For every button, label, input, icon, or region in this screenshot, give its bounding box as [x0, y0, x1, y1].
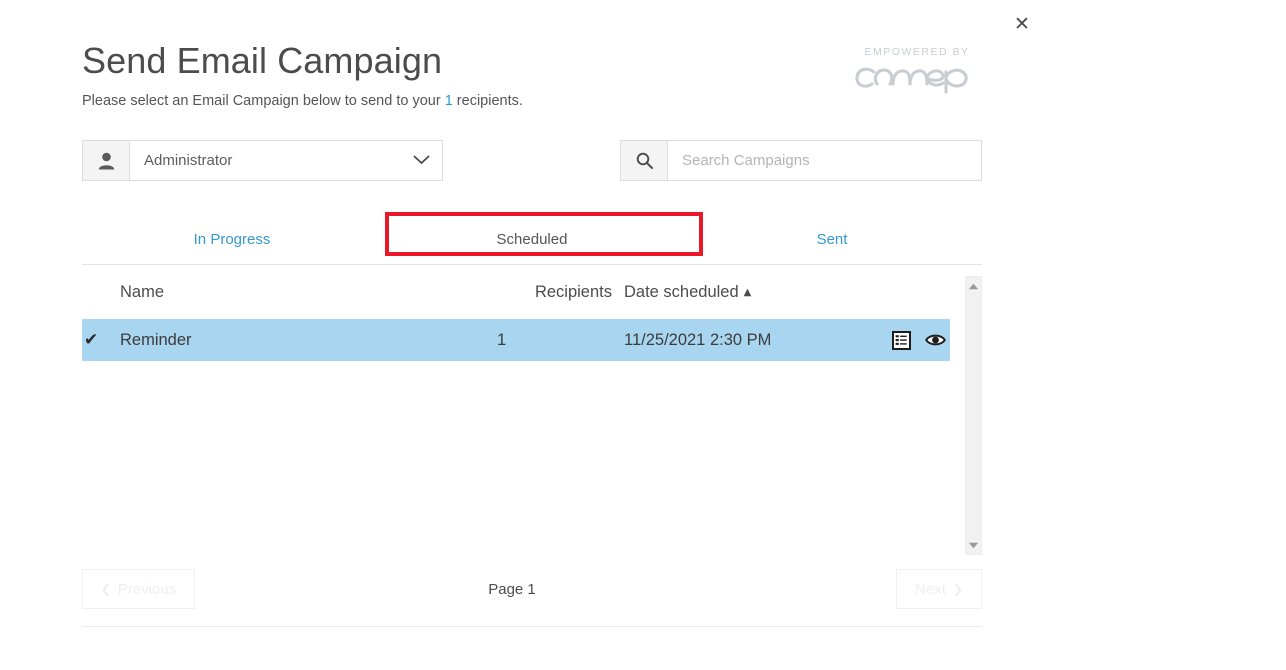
logo-kicker-text: EMPOWERED BY	[864, 46, 970, 58]
subtitle-text-after: recipients.	[452, 93, 523, 109]
table-scrollbar[interactable]	[965, 276, 982, 555]
person-icon	[98, 152, 114, 169]
scroll-up-arrow-icon[interactable]	[966, 278, 981, 294]
search-input-wrap[interactable]: Search Campaigns	[667, 140, 982, 181]
chevron-right-icon: ❯	[952, 582, 963, 596]
pagination: ❮ Previous Page 1 Next ❯	[82, 569, 982, 609]
row-date-scheduled: 11/25/2021 2:30 PM	[624, 330, 772, 349]
person-icon-box	[82, 140, 129, 181]
row-selected-check: ✔	[84, 330, 99, 350]
close-icon: ✕	[1014, 12, 1030, 35]
page-title: Send Email Campaign	[82, 40, 443, 81]
recipient-count: 1	[444, 93, 453, 109]
concep-logo: EMPOWERED BY	[852, 46, 982, 94]
row-recipients: 1	[497, 330, 507, 349]
user-select-value: Administrator	[144, 152, 233, 169]
campaign-status-tabs: In Progress Scheduled Sent	[82, 212, 982, 265]
footer-divider	[82, 626, 982, 627]
column-header-date-label: Date scheduled	[624, 282, 739, 301]
close-dialog-button[interactable]: ✕	[1007, 10, 1037, 38]
search-icon-box[interactable]	[620, 140, 667, 181]
column-header-recipients[interactable]: Recipients	[497, 283, 612, 302]
concep-wordmark-icon	[855, 67, 968, 94]
search-icon	[636, 152, 653, 169]
sort-ascending-icon: ▲	[743, 286, 752, 298]
user-select[interactable]: Administrator	[129, 140, 443, 181]
filter-row: Administrator Search Campaigns	[82, 140, 982, 181]
subtitle-text-before: Please select an Email Campaign below to…	[82, 93, 445, 109]
scroll-down-arrow-icon[interactable]	[966, 537, 981, 553]
search-input-placeholder: Search Campaigns	[682, 152, 810, 169]
table-header-row: Name Recipients Date scheduled ▲	[82, 265, 950, 319]
row-actions	[892, 330, 950, 350]
next-page-button[interactable]: Next ❯	[896, 569, 982, 609]
next-page-label: Next	[915, 580, 946, 598]
campaign-grid: Name Recipients Date scheduled ▲ ✔ Remind…	[82, 265, 950, 555]
row-campaign-name: Reminder	[120, 330, 192, 349]
user-filter: Administrator	[82, 140, 443, 181]
column-header-name[interactable]: Name	[120, 283, 497, 302]
send-email-campaign-dialog: Send Email Campaign Please select an Ema…	[82, 0, 982, 627]
campaign-search: Search Campaigns	[620, 140, 982, 181]
chevron-down-icon	[413, 152, 430, 170]
tab-scheduled[interactable]: Scheduled	[382, 215, 682, 264]
tab-sent[interactable]: Sent	[682, 215, 982, 264]
campaign-table: Name Recipients Date scheduled ▲ ✔ Remind…	[82, 265, 982, 555]
preview-eye-icon[interactable]	[925, 332, 946, 348]
column-header-date-scheduled[interactable]: Date scheduled ▲	[612, 283, 892, 302]
table-row[interactable]: ✔ Reminder 1 11/25/2021 2:30 PM	[82, 319, 950, 361]
page-indicator: Page 1	[488, 580, 536, 598]
report-icon[interactable]	[892, 330, 911, 350]
tab-in-progress[interactable]: In Progress	[82, 215, 382, 264]
page-subtitle: Please select an Email Campaign below to…	[82, 83, 982, 109]
